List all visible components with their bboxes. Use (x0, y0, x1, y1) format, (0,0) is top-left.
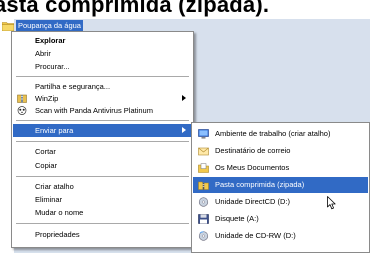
menu-item-label: Explorar (35, 36, 66, 45)
submenu-item-ambiente[interactable]: Ambiente de trabalho (criar atalho) (193, 126, 368, 142)
desktop-icon (198, 129, 209, 139)
submenu-item-label: Os Meus Documentos (215, 163, 290, 172)
submenu-item-pasta-zip[interactable]: Pasta comprimida (zipada) (193, 177, 368, 193)
menu-separator (16, 76, 189, 77)
floppy-drive-icon (198, 214, 209, 224)
cd-drive-icon (198, 197, 209, 207)
cd-rw-drive-icon (198, 231, 209, 241)
chevron-right-icon (182, 127, 186, 133)
winzip-icon (17, 94, 27, 103)
folder-label: Poupança da água (16, 19, 83, 32)
submenu-item-label: Destinatário de correio (215, 146, 291, 155)
menu-item-label: Eliminar (35, 195, 63, 204)
zip-folder-icon (198, 181, 209, 190)
submenu-item-label: Unidade de CD-RW (D:) (215, 231, 296, 240)
panda-antivirus-icon (17, 106, 27, 115)
menu-item-label: Enviar para (35, 126, 74, 135)
menu-item-label: WinZip (35, 94, 59, 103)
menu-item-label: Procurar... (35, 62, 70, 71)
menu-item-label: Partilha e segurança... (35, 82, 111, 91)
submenu-item-label: Pasta comprimida (zipada) (215, 180, 305, 189)
menu-separator (16, 120, 189, 121)
menu-item-label: Propriedades (35, 230, 80, 239)
folder-icon (2, 21, 14, 31)
my-documents-icon (198, 163, 209, 173)
mouse-cursor-icon (327, 196, 336, 210)
submenu-item-label: Disquete (A:) (215, 214, 259, 223)
mail-recipient-icon (198, 147, 209, 156)
submenu-item-documentos[interactable]: Os Meus Documentos (193, 160, 368, 176)
menu-item-enviar-para[interactable]: Enviar para (13, 124, 192, 137)
menu-separator (16, 141, 189, 142)
menu-item-scan[interactable]: Scan with Panda Antivirus Platinum (13, 104, 192, 117)
menu-item-procurar[interactable]: Procurar... (13, 60, 192, 73)
chevron-right-icon (182, 95, 186, 101)
menu-item-explorar[interactable]: Explorar (13, 34, 192, 47)
menu-item-label: Scan with Panda Antivirus Platinum (35, 106, 153, 115)
menu-item-propriedades[interactable]: Propriedades (13, 228, 192, 241)
menu-item-label: Criar atalho (35, 182, 74, 191)
context-menu: Explorar Abrir Procurar... Partilha e se… (11, 31, 194, 248)
menu-item-label: Mudar o nome (35, 208, 84, 217)
menu-item-eliminar[interactable]: Eliminar (13, 193, 192, 206)
menu-item-criar-atalho[interactable]: Criar atalho (13, 180, 192, 193)
menu-item-label: Abrir (35, 49, 51, 58)
submenu-item-disquete[interactable]: Disquete (A:) (193, 211, 368, 227)
menu-separator (16, 223, 189, 224)
menu-item-label: Cortar (35, 147, 56, 156)
menu-separator (16, 176, 189, 177)
send-to-submenu: Ambiente de trabalho (criar atalho) Dest… (191, 122, 370, 253)
submenu-item-directcd[interactable]: Unidade DirectCD (D:) (193, 194, 368, 210)
menu-item-label: Copiar (35, 161, 58, 170)
menu-item-cortar[interactable]: Cortar (13, 145, 192, 158)
menu-item-mudar-nome[interactable]: Mudar o nome (13, 206, 192, 219)
submenu-item-label: Ambiente de trabalho (criar atalho) (215, 129, 331, 138)
menu-item-abrir[interactable]: Abrir (13, 47, 192, 60)
submenu-item-cdrw[interactable]: Unidade de CD-RW (D:) (193, 228, 368, 244)
submenu-item-label: Unidade DirectCD (D:) (215, 197, 291, 206)
page-title: asta comprimida (zipada). (0, 0, 270, 17)
submenu-item-correio[interactable]: Destinatário de correio (193, 143, 368, 159)
title-strip: asta comprimida (zipada). (0, 0, 370, 19)
menu-item-copiar[interactable]: Copiar (13, 159, 192, 172)
